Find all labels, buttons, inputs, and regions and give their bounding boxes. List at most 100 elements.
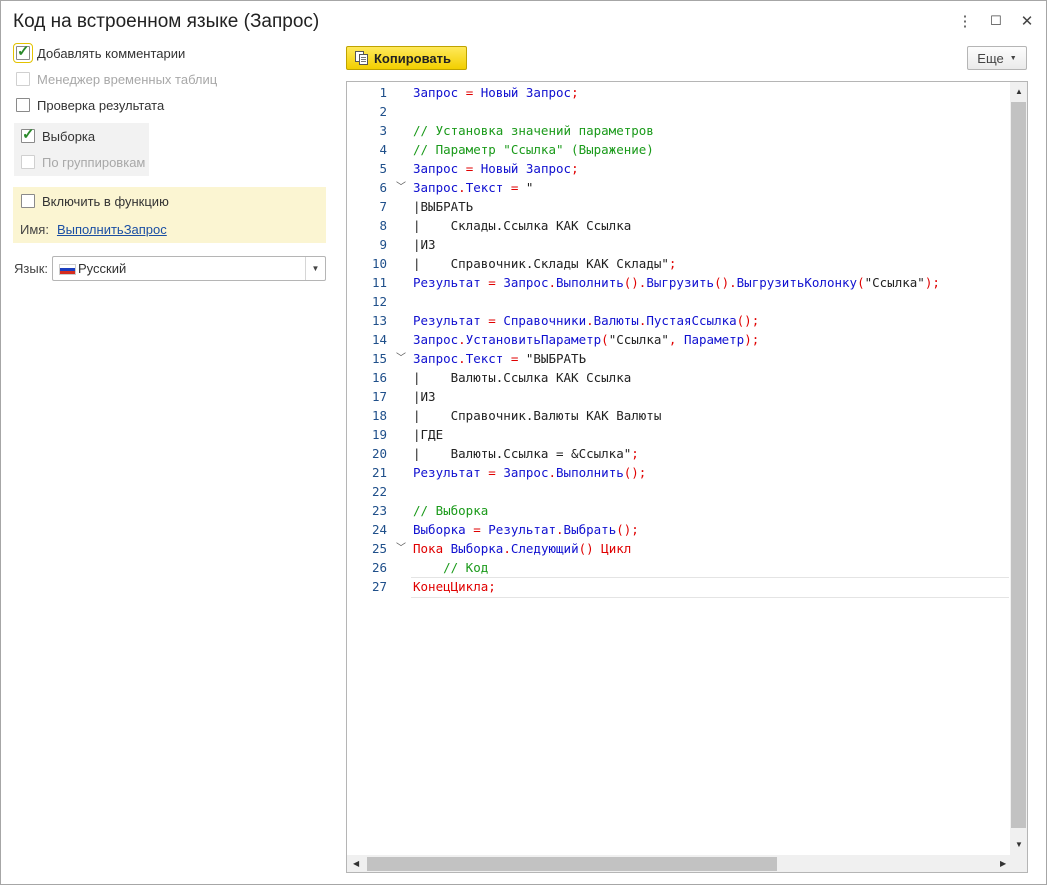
code-token: .	[503, 541, 511, 556]
code-token: Запрос	[413, 332, 459, 347]
check-result-label: Проверка результата	[37, 97, 165, 113]
line-number: 3	[379, 123, 387, 138]
function-name-link[interactable]: ВыполнитьЗапрос	[57, 222, 167, 237]
code-text: | Валюты.Ссылка = &Ссылка";	[413, 444, 639, 463]
code-token: Следующий	[510, 541, 579, 556]
line-number: 19	[371, 427, 387, 442]
by-groups-checkbox	[21, 155, 35, 169]
code-token: // Выборка	[413, 503, 489, 518]
vertical-scrollbar[interactable]: ▲ ▼	[1010, 82, 1027, 856]
wrap-function-label: Включить в функцию	[42, 193, 169, 209]
line-number: 2	[379, 104, 387, 119]
code-text: // Установка значений параметров	[413, 121, 654, 140]
code-token: "Ссылка"	[608, 332, 669, 347]
code-token: Запрос	[503, 465, 549, 480]
line-number: 11	[371, 275, 387, 290]
code-token: Запрос	[413, 161, 466, 176]
code-token: "	[525, 180, 534, 195]
horizontal-scroll-thumb[interactable]	[367, 857, 777, 871]
code-token: Выборка	[450, 541, 504, 556]
scroll-left-icon[interactable]: ◀	[353, 859, 359, 868]
code-token: .	[586, 313, 594, 328]
line-number: 22	[371, 484, 387, 499]
window-menu-icon[interactable]: ⋮	[955, 10, 975, 32]
line-number: 7	[379, 199, 387, 214]
horizontal-scrollbar[interactable]: ◀ ▶	[347, 855, 1027, 872]
code-token: ,	[668, 332, 684, 347]
code-token: ПустаяСсылка	[646, 313, 737, 328]
add-comments-checkbox[interactable]: ✓	[13, 43, 33, 63]
temp-tables-option: Менеджер временных таблиц	[16, 70, 217, 88]
language-value: Русский	[78, 261, 127, 276]
fold-chevron-icon[interactable]: ﹀	[396, 178, 406, 197]
check-result-checkbox[interactable]	[16, 98, 30, 112]
fold-chevron-icon[interactable]: ﹀	[396, 539, 406, 558]
vertical-scroll-thumb[interactable]	[1011, 102, 1026, 828]
checkmark-icon: ✓	[17, 43, 30, 60]
code-text: | Справочник.Валюты КАК Валюты	[413, 406, 661, 425]
scroll-up-icon[interactable]: ▲	[1015, 87, 1023, 96]
line-number: 12	[371, 294, 387, 309]
code-text: | Склады.Ссылка КАК Ссылка	[413, 216, 631, 235]
code-token: Результат	[413, 465, 489, 480]
line-number: 25	[371, 541, 387, 556]
line-number: 26	[371, 560, 387, 575]
code-token: Выборка	[413, 522, 474, 537]
wrap-function-checkbox[interactable]	[21, 194, 35, 208]
line-number: 4	[379, 142, 387, 157]
code-token: Новый	[480, 161, 526, 176]
line-number: 8	[379, 218, 387, 233]
code-token: (	[601, 332, 609, 347]
code-token: Текст	[465, 351, 511, 366]
code-token: ().	[623, 275, 647, 290]
code-token: =	[473, 522, 489, 537]
code-token: Выгрузить	[646, 275, 715, 290]
wrap-function-option[interactable]: Включить в функцию	[21, 192, 169, 210]
code-token: =	[488, 313, 504, 328]
more-button[interactable]: Еще ▼	[967, 46, 1027, 70]
language-select[interactable]: Русский ▼	[52, 256, 326, 281]
line-number: 18	[371, 408, 387, 423]
code-text: | Справочник.Склады КАК Склады";	[413, 254, 676, 273]
code-token: Справочники	[503, 313, 587, 328]
by-groups-option: По группировкам	[21, 153, 145, 171]
window-title: Код на встроенном языке (Запрос)	[13, 11, 320, 32]
copy-label: Копировать	[374, 50, 452, 66]
code-token: | Валюты.Ссылка КАК Ссылка	[413, 370, 632, 385]
line-number: 17	[371, 389, 387, 404]
code-editor[interactable]: 1 Запрос = Новый Запрос; 2 3// Установка зн…	[346, 81, 1028, 873]
copy-button[interactable]: Копировать	[346, 46, 467, 70]
code-text: |ВЫБРАТЬ	[413, 197, 473, 216]
add-comments-option[interactable]: ✓ Добавлять комментарии	[13, 43, 185, 63]
line-number: 20	[371, 446, 387, 461]
selection-option[interactable]: ✓ Выборка	[21, 126, 95, 145]
code-text: КонецЦикла;	[413, 577, 496, 596]
line-number: 16	[371, 370, 387, 385]
copy-icon	[355, 51, 368, 65]
scroll-right-icon[interactable]: ▶	[1000, 859, 1006, 868]
code-token: (	[857, 275, 865, 290]
code-token: Выполнить	[556, 275, 624, 290]
code-token: Запрос	[503, 275, 549, 290]
code-token: // Код	[413, 560, 489, 575]
code-token: =	[510, 180, 526, 195]
function-name-row: Имя: ВыполнитьЗапрос	[20, 220, 167, 238]
code-token: |ГДЕ	[413, 427, 444, 442]
code-text: Выборка = Результат.Выбрать();	[413, 520, 639, 539]
code-token: // Параметр "Ссылка" (Выражение)	[413, 142, 654, 157]
code-token: ().	[714, 275, 737, 290]
code-text: Запрос.Текст = "	[413, 178, 533, 197]
code-token: Запрос	[413, 351, 459, 366]
code-token: .	[458, 351, 466, 366]
maximize-icon[interactable]: ☐	[986, 10, 1006, 32]
close-icon[interactable]: ✕	[1017, 10, 1037, 32]
function-name-label: Имя:	[20, 221, 49, 237]
selection-checkbox[interactable]: ✓	[21, 126, 35, 143]
fold-chevron-icon[interactable]: ﹀	[396, 349, 406, 368]
line-number: 21	[371, 465, 387, 480]
code-text: |ИЗ	[413, 387, 436, 406]
code-token: .	[548, 275, 557, 290]
check-result-option[interactable]: Проверка результата	[16, 96, 164, 114]
scroll-down-icon[interactable]: ▼	[1015, 840, 1023, 849]
chevron-down-icon[interactable]: ▼	[305, 257, 325, 280]
